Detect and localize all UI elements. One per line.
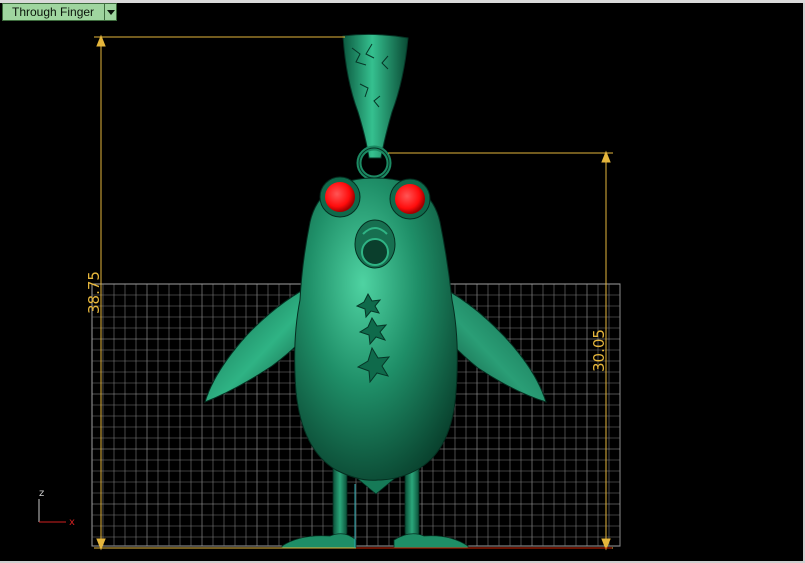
x-axis-label: x xyxy=(69,517,75,528)
body-height-value: 30.05 xyxy=(590,329,608,372)
overall-height-value: 38.75 xyxy=(85,271,103,314)
3d-viewport[interactable]: 38.75 30.05 z x Through Finger xyxy=(0,0,805,563)
penguin-beak xyxy=(354,219,396,269)
chevron-down-icon[interactable] xyxy=(104,4,117,20)
viewport-name-label[interactable]: Through Finger xyxy=(3,4,105,20)
pendant-bail[interactable] xyxy=(342,33,409,181)
z-axis-label: z xyxy=(39,488,44,499)
axis-gizmo: z x xyxy=(38,488,75,528)
viewport-view-selector[interactable]: Through Finger xyxy=(2,3,118,21)
viewport-canvas[interactable]: 38.75 30.05 z x xyxy=(0,0,805,563)
